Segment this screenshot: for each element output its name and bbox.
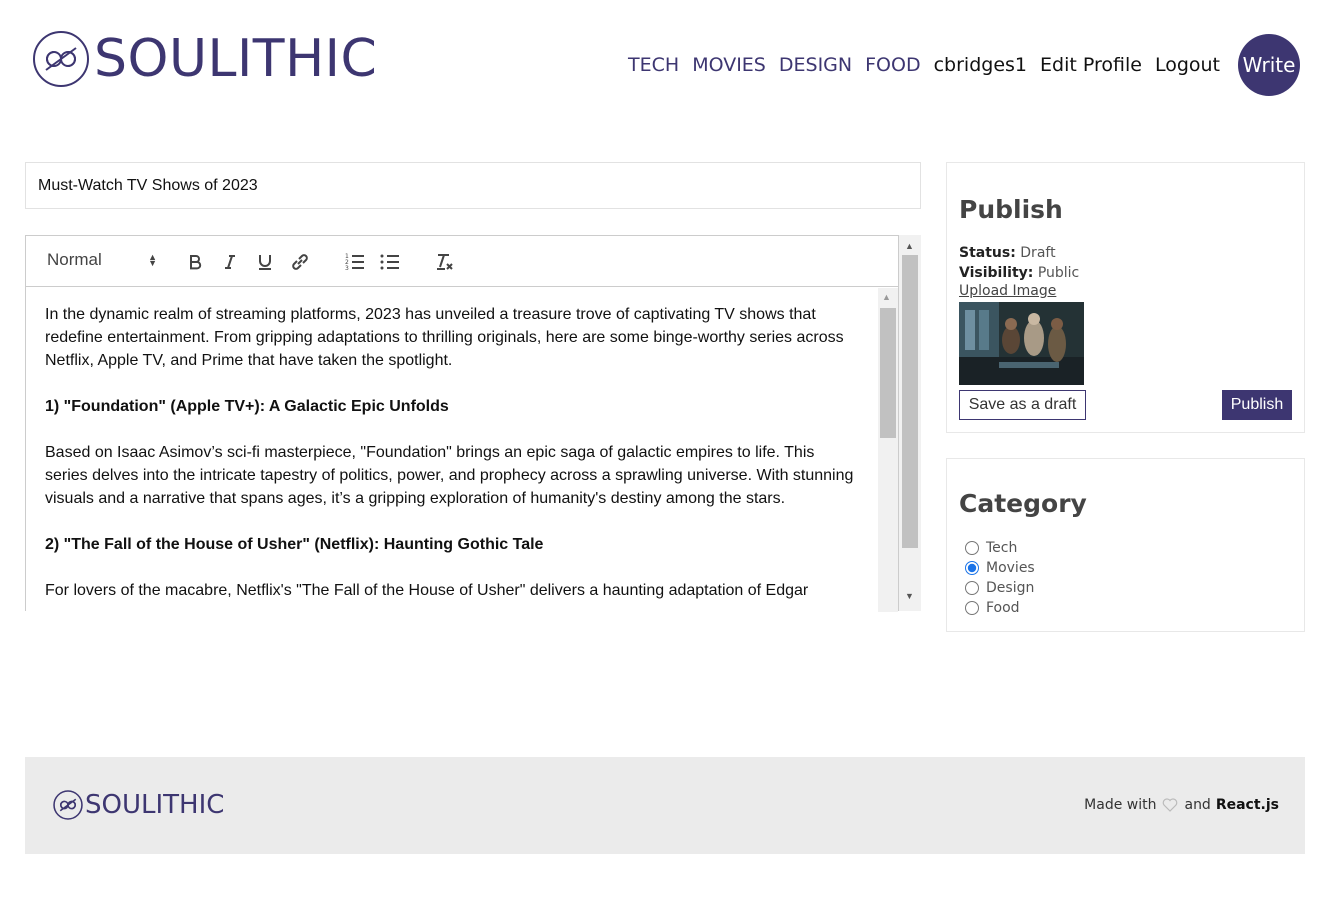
section-heading: 1) "Foundation" (Apple TV+): A Galactic … (45, 398, 449, 415)
category-option-movies[interactable]: Movies (965, 560, 1035, 576)
reactjs-text: React.js (1215, 797, 1279, 813)
visibility-value: Public (1037, 265, 1080, 281)
category-label-food: Food (986, 600, 1020, 616)
category-radio-movies[interactable] (965, 561, 979, 575)
editor-scroll-thumb[interactable] (880, 308, 896, 438)
status-value: Draft (1020, 245, 1056, 261)
site-footer: SOULITHIC Made with and React.js (25, 757, 1305, 854)
ordered-list-icon[interactable]: 123 (343, 250, 367, 274)
footer-logo-text: SOULITHIC (85, 790, 225, 820)
category-option-design[interactable]: Design (965, 580, 1034, 596)
category-radio-tech[interactable] (965, 541, 979, 555)
category-option-food[interactable]: Food (965, 600, 1020, 616)
select-arrows-icon: ▲ ▼ (148, 252, 157, 268)
scroll-up-icon[interactable]: ▲ (905, 241, 914, 251)
infinity-logo-icon (53, 790, 83, 820)
main-nav: TECH MOVIES DESIGN FOOD cbridges1 Edit P… (615, 34, 1300, 96)
bullet-list-icon[interactable] (378, 250, 402, 274)
section-heading: 2) "The Fall of the House of Usher" (Net… (45, 536, 544, 553)
category-option-tech[interactable]: Tech (965, 540, 1017, 556)
post-title-input[interactable] (25, 162, 921, 209)
rich-text-editor: Normal ▲ ▼ 123 In the dynamic realm of s… (25, 235, 921, 612)
status-label: Status: (959, 245, 1016, 261)
nav-food[interactable]: FOOD (865, 54, 920, 76)
italic-icon[interactable] (218, 250, 242, 274)
logo-text: SOULITHIC (94, 29, 378, 89)
visibility-label: Visibility: (959, 265, 1034, 281)
upload-image-link[interactable]: Upload Image (959, 283, 1056, 299)
site-logo[interactable]: SOULITHIC (32, 30, 377, 88)
category-heading: Category (959, 489, 1087, 518)
page-scroll-thumb[interactable] (902, 255, 918, 548)
category-panel: Category Tech Movies Design Food (946, 458, 1305, 632)
page-scrollbar[interactable]: ▲ ▼ (899, 235, 921, 611)
editor-scrollbar[interactable]: ▲ (878, 288, 898, 612)
nav-edit-profile[interactable]: Edit Profile (1040, 54, 1142, 76)
format-select[interactable]: Normal ▲ ▼ (47, 250, 157, 270)
visibility-line: Visibility: Public (959, 265, 1079, 281)
infinity-logo-icon (33, 31, 89, 87)
made-with-credit: Made with and React.js (1084, 797, 1279, 813)
nav-movies[interactable]: MOVIES (692, 54, 766, 76)
save-draft-button[interactable]: Save as a draft (959, 390, 1086, 420)
underline-icon[interactable] (253, 250, 277, 274)
scroll-up-icon[interactable]: ▲ (882, 292, 891, 302)
category-radio-food[interactable] (965, 601, 979, 615)
link-icon[interactable] (288, 250, 312, 274)
category-radio-design[interactable] (965, 581, 979, 595)
clear-format-icon[interactable] (432, 250, 456, 274)
site-header: SOULITHIC TECH MOVIES DESIGN FOOD cbridg… (0, 0, 1326, 130)
paragraph: In the dynamic realm of streaming platfo… (45, 306, 844, 369)
format-select-value: Normal (47, 250, 102, 269)
publish-heading: Publish (959, 195, 1063, 224)
category-label-tech: Tech (986, 540, 1018, 556)
nav-tech[interactable]: TECH (628, 54, 679, 76)
editor-content[interactable]: In the dynamic realm of streaming platfo… (26, 288, 878, 611)
footer-logo[interactable]: SOULITHIC (53, 790, 224, 820)
and-text: and (1184, 797, 1211, 813)
paragraph: Based on Isaac Asimov’s sci-fi masterpie… (45, 444, 854, 507)
nav-username[interactable]: cbridges1 (934, 54, 1027, 76)
publish-button[interactable]: Publish (1222, 390, 1292, 420)
nav-logout[interactable]: Logout (1155, 54, 1220, 76)
heart-icon (1163, 798, 1178, 812)
scroll-down-icon[interactable]: ▼ (905, 591, 914, 601)
editor-toolbar: Normal ▲ ▼ 123 (26, 236, 898, 287)
category-label-movies: Movies (986, 560, 1035, 576)
post-image-thumbnail (959, 302, 1084, 385)
category-label-design: Design (986, 580, 1035, 596)
nav-design[interactable]: DESIGN (779, 54, 852, 76)
svg-text:3: 3 (345, 265, 349, 271)
paragraph: For lovers of the macabre, Netflix's "Th… (45, 582, 809, 599)
made-with-text: Made with (1084, 797, 1157, 813)
bold-icon[interactable] (183, 250, 207, 274)
status-line: Status: Draft (959, 245, 1056, 261)
write-button[interactable]: Write (1238, 34, 1300, 96)
publish-panel: Publish Status: Draft Visibility: Public… (946, 162, 1305, 433)
